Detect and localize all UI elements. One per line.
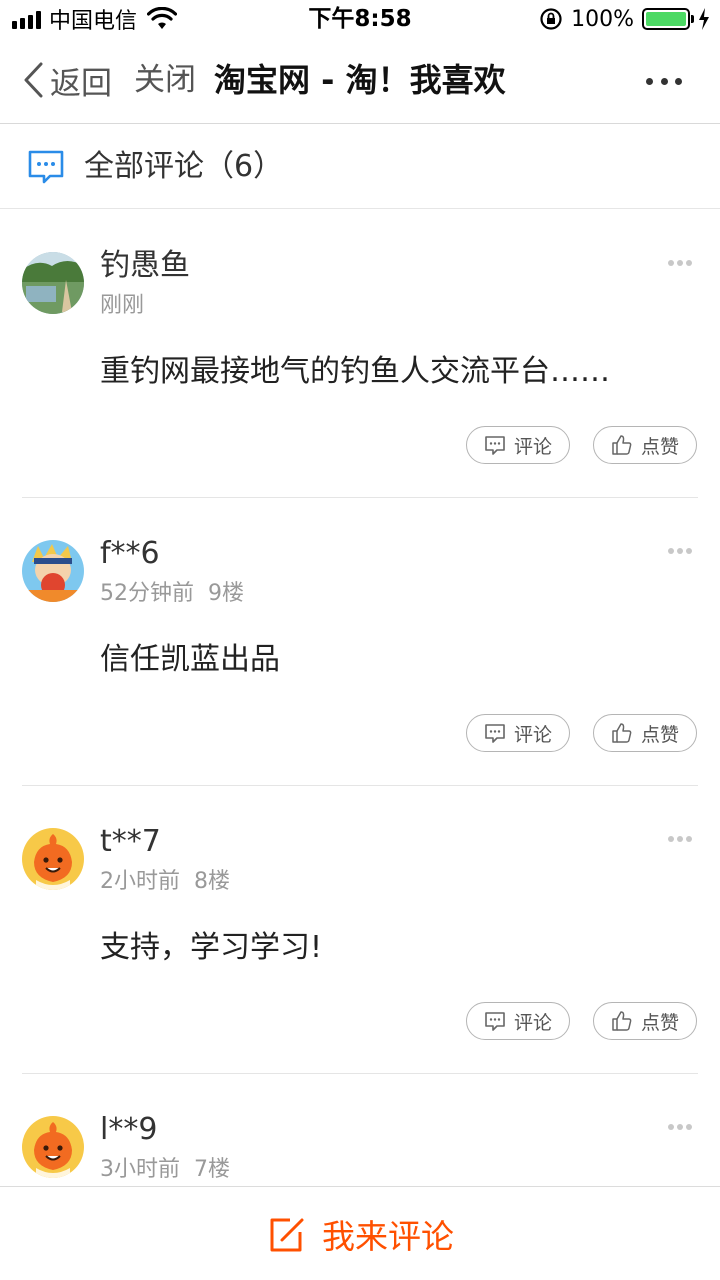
charging-icon [699, 8, 709, 30]
reply-label: 评论 [513, 723, 552, 746]
comment-floor: 9楼 [208, 581, 244, 606]
like-button[interactable]: 点赞 [593, 714, 697, 752]
comment-time: 2小时前 [100, 869, 180, 894]
comment-item: t**7 2小时前 8楼 支持，学习学习! 评论 点赞 [0, 786, 720, 1074]
comment-time: 52分钟前 [100, 581, 194, 606]
battery-percent: 100% [571, 6, 634, 32]
back-button[interactable]: 返回 [22, 60, 112, 102]
comment-more-button[interactable] [668, 1124, 692, 1130]
comment-text: 信任凯蓝出品 [100, 642, 280, 677]
page-title: 淘宝网 - 淘！我喜欢 [214, 61, 506, 99]
comment-more-button[interactable] [668, 548, 692, 554]
chevron-left-icon [24, 62, 43, 98]
back-label: 返回 [50, 65, 112, 102]
reply-button[interactable]: 评论 [466, 714, 570, 752]
battery-icon [642, 8, 694, 30]
like-label: 点赞 [640, 1011, 679, 1034]
comment-floor: 7楼 [194, 1157, 230, 1182]
comment-more-button[interactable] [668, 260, 692, 266]
comment-username: 钓愚鱼 [100, 248, 190, 283]
close-button[interactable]: 关闭 [134, 60, 196, 100]
like-label: 点赞 [640, 435, 679, 458]
like-button[interactable]: 点赞 [593, 426, 697, 464]
comment-time: 刚刚 [100, 293, 145, 318]
more-options-button[interactable] [646, 76, 682, 86]
comment-username: f**6 [100, 536, 160, 571]
comment-text: 支持，学习学习! [100, 930, 323, 965]
like-button[interactable]: 点赞 [593, 1002, 697, 1040]
write-comment-button[interactable]: 我来评论 [0, 1186, 720, 1280]
reply-label: 评论 [513, 1011, 552, 1034]
comment-item: l**9 3小时前 7楼 [0, 1074, 720, 1186]
reply-button[interactable]: 评论 [466, 426, 570, 464]
comment-meta: 刚刚 [100, 292, 144, 320]
avatar[interactable] [22, 1116, 84, 1178]
write-comment-label: 我来评论 [322, 1216, 454, 1256]
reply-label: 评论 [513, 435, 552, 458]
comment-item: 钓愚鱼 刚刚 重钓网最接地气的钓鱼人交流平台…… 评论 点赞 [0, 210, 720, 498]
reply-button[interactable]: 评论 [466, 1002, 570, 1040]
comment-icon [485, 436, 505, 455]
comment-username: l**9 [100, 1112, 158, 1147]
comment-icon [485, 1012, 505, 1031]
nav-bar: 返回 关闭 淘宝网 - 淘！我喜欢 [0, 40, 720, 124]
rotation-lock-icon [540, 8, 562, 30]
comment-text: 重钓网最接地气的钓鱼人交流平台…… [100, 354, 610, 389]
comment-time: 3小时前 [100, 1157, 180, 1182]
avatar[interactable] [22, 540, 84, 602]
comment-item: f**6 52分钟前 9楼 信任凯蓝出品 评论 点赞 [0, 498, 720, 786]
thumbs-up-icon [612, 1011, 632, 1031]
thumbs-up-icon [612, 723, 632, 743]
avatar[interactable] [22, 828, 84, 890]
comment-meta: 52分钟前 9楼 [100, 580, 244, 608]
like-label: 点赞 [640, 723, 679, 746]
comment-meta: 2小时前 8楼 [100, 868, 230, 896]
comment-icon [485, 724, 505, 743]
thumbs-up-icon [612, 435, 632, 455]
comments-count-label: 全部评论（6） [84, 149, 284, 184]
edit-icon [270, 1218, 304, 1251]
comment-meta: 3小时前 7楼 [100, 1156, 230, 1184]
comment-more-button[interactable] [668, 836, 692, 842]
comments-header: 全部评论（6） [0, 125, 720, 209]
comment-bubble-icon [28, 150, 64, 184]
status-bar: 中国电信 下午8:58 100% [0, 0, 720, 40]
comment-username: t**7 [100, 824, 161, 859]
comment-floor: 8楼 [194, 869, 230, 894]
avatar[interactable] [22, 252, 84, 314]
